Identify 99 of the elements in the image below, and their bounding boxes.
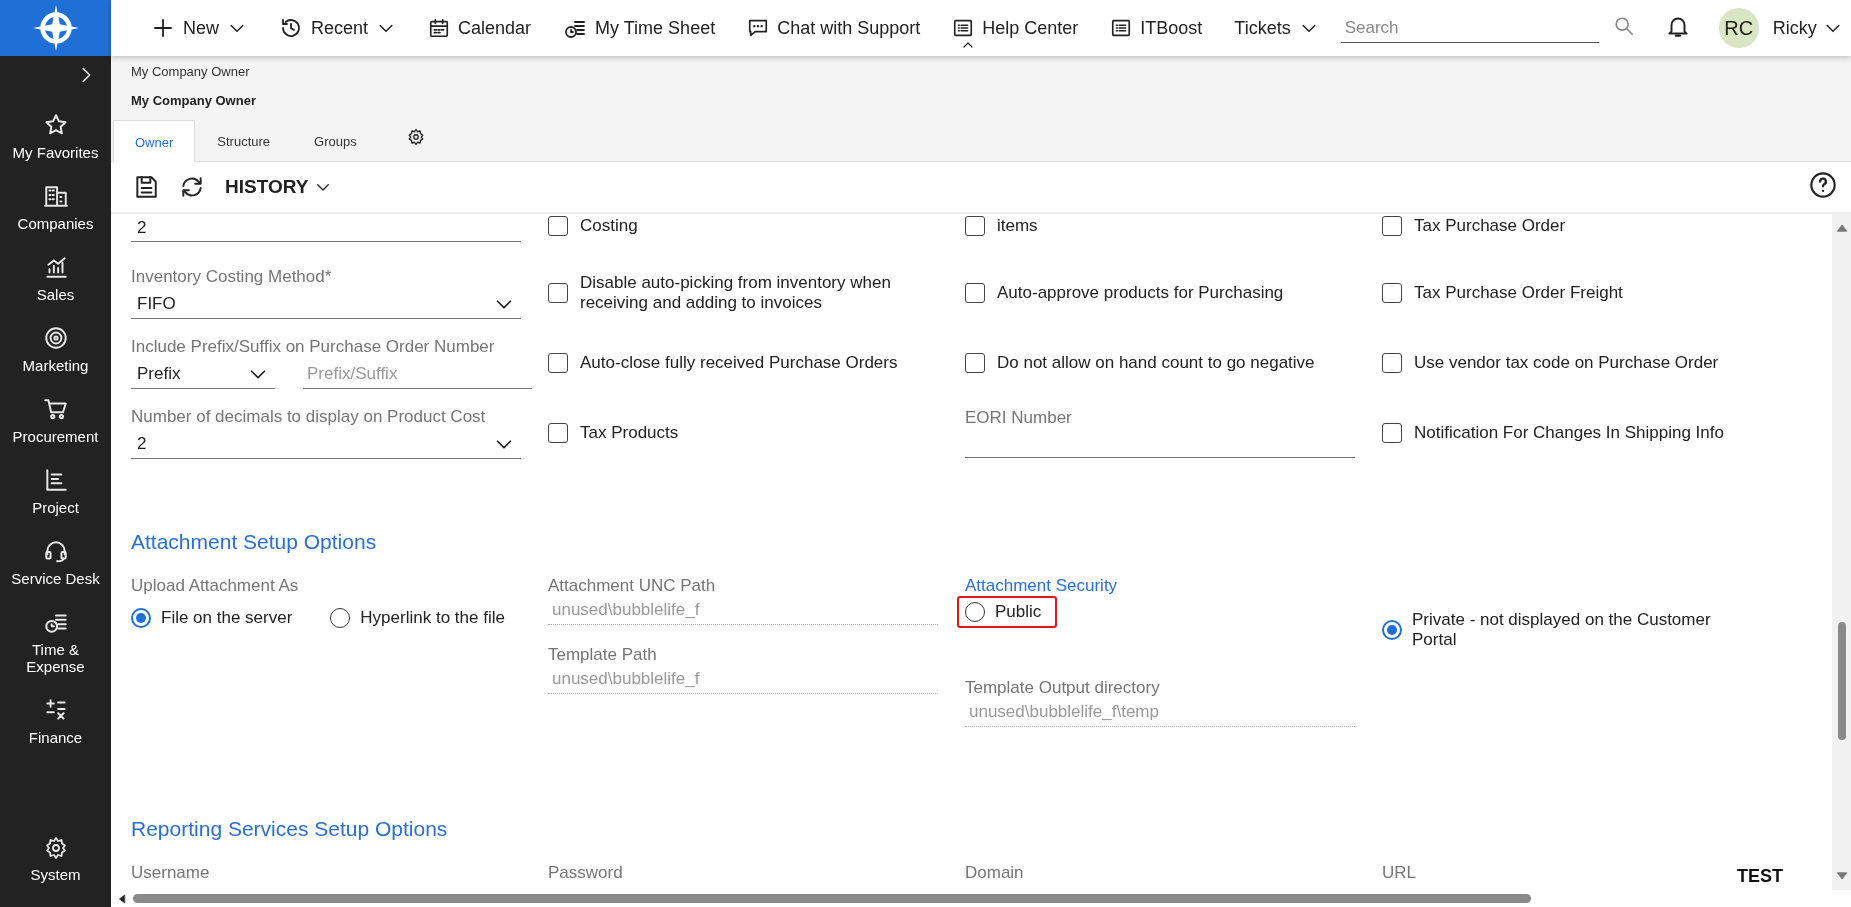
search-icon [1612,15,1635,37]
history-icon [279,16,303,40]
user-menu[interactable]: Ricky [1766,16,1849,40]
checkbox-option[interactable]: Disable auto-picking from inventory when receiving and adding to invoices [548,273,938,313]
radio-option[interactable]: Public [957,596,1058,628]
checkbox-option[interactable]: Tax Purchase Order Freight [1382,283,1772,303]
scroll-left-icon [117,893,127,904]
sidebar-item[interactable]: Companies [3,183,108,232]
calendar-icon [428,17,451,39]
sidebar-item[interactable]: Marketing [3,325,108,374]
select-field[interactable]: Prefix [131,361,275,389]
checkbox-option[interactable]: Auto-close fully received Purchase Orders [548,353,938,373]
field-label: Inventory Costing Method* [131,267,333,287]
nav-item[interactable]: Tickets [1218,8,1335,48]
nav-item[interactable]: Chat with Support [731,8,937,48]
sidebar-item[interactable]: My Favorites [3,112,108,161]
help-icon [1809,171,1837,199]
section-heading: Reporting Services Setup Options [131,817,449,841]
checkbox-option[interactable]: Costing [548,216,938,236]
radio-button[interactable] [1382,620,1402,640]
input-field[interactable]: Prefix/Suffix [303,361,532,389]
cart-icon [42,396,69,422]
compass-logo-icon [32,5,79,51]
field-label: Username [131,863,210,883]
nav-item[interactable]: New [135,8,263,48]
tab[interactable]: Groups [292,119,379,161]
sidebar-item[interactable]: Service Desk [3,538,108,587]
checkbox-option[interactable]: Use vendor tax code on Purchase Order [1382,353,1772,373]
field-label: Domain [965,863,1024,883]
nav-item[interactable]: ITBoost [1094,8,1219,48]
select-field[interactable]: FIFO [131,291,521,319]
list-icon [952,17,975,39]
scrollbar-thumb[interactable] [1837,622,1846,740]
nav-item[interactable]: My Time Sheet [547,8,732,48]
checkbox-option[interactable]: Do not allow on hand count to go negative [965,353,1355,373]
floppy-icon [133,174,159,200]
checkbox[interactable] [1382,283,1402,303]
settings-icon [406,128,425,146]
checkbox-option[interactable]: items [965,216,1355,236]
radio-option[interactable]: Private - not displayed on the Customer Portal [1374,604,1734,656]
history-dropdown[interactable]: HISTORY [225,176,333,198]
text-field[interactable]: 2 [131,216,521,242]
chat-icon [747,17,770,39]
refresh-icon [179,174,205,200]
scrollbar-thumb[interactable] [133,894,1531,903]
checkbox-option[interactable]: Tax Products [548,423,938,443]
sidebar-item[interactable]: System [3,836,108,883]
page-title: My Company Owner [131,93,257,108]
scroll-down-icon [1835,870,1848,882]
sidebar-item[interactable]: Time & Expense [3,609,108,675]
nav-item[interactable]: Recent [263,8,413,48]
sidebar-item[interactable]: Finance [3,697,108,746]
checkbox[interactable] [1382,423,1402,443]
radio-button[interactable] [131,608,151,628]
field-label: Include Prefix/Suffix on Purchase Order Number [131,337,496,357]
field-label: Attachment Security [965,576,1119,596]
plus-icon [151,16,175,40]
checkbox[interactable] [548,216,568,236]
field-label: Number of decimals to display on Product Cost [131,407,487,427]
select-field[interactable]: 2 [131,431,521,459]
field-label: Template Output directory [965,678,1161,698]
checkbox-option[interactable]: Notification For Changes In Shipping Info [1382,423,1772,443]
checkbox[interactable] [1382,353,1402,373]
checkbox[interactable] [548,353,568,373]
field-label: EORI Number [965,408,1073,428]
tab[interactable]: Structure [195,119,293,161]
sidebar-item[interactable]: Project [3,467,108,516]
scroll-up-icon [1835,222,1848,234]
save-button[interactable] [133,174,159,200]
checkbox[interactable] [965,353,985,373]
field-label: Template Path [548,645,658,665]
environment-label: TEST [1737,866,1783,887]
nav-item[interactable]: Help Center [936,8,1095,48]
refresh-button[interactable] [179,174,205,200]
target-icon [42,325,69,351]
checkbox[interactable] [965,216,985,236]
field-label: URL [1382,863,1416,883]
breadcrumb: My Company Owner [131,64,251,79]
list-icon [1110,17,1133,39]
checkbox[interactable] [548,423,568,443]
checkbox-option[interactable]: Tax Purchase Order [1382,216,1772,236]
field-label: Upload Attachment As [131,576,300,596]
headset-icon [42,538,69,564]
buildings-icon [42,183,69,209]
user-avatar[interactable]: RC [1718,8,1759,48]
field-label: Password [548,863,623,883]
field-label: Attachment UNC Path [548,576,717,596]
sidebar-item[interactable]: Sales [3,254,108,303]
checkbox[interactable] [548,283,568,303]
radio-option[interactable]: Hyperlink to the file [322,602,513,634]
sidebar-item[interactable]: Procurement [3,396,108,445]
checkbox-option[interactable]: Auto-approve products for Purchasing [965,283,1355,303]
tab[interactable]: Owner [113,120,196,162]
radio-option[interactable]: File on the server [123,602,301,634]
checkbox[interactable] [1382,216,1402,236]
nav-item[interactable]: Calendar [412,8,548,48]
checkbox[interactable] [965,283,985,303]
settings-icon [43,836,68,860]
section-heading: Attachment Setup Options [131,530,378,554]
